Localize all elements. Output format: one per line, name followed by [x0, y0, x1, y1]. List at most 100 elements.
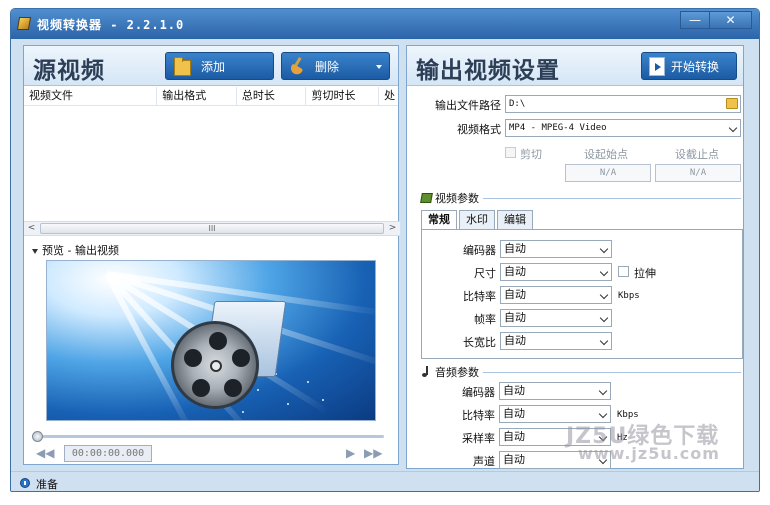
audio-encoder-select[interactable]: 自动: [499, 382, 611, 400]
video-bitrate-unit: Kbps: [618, 291, 640, 301]
seek-track[interactable]: [36, 435, 384, 438]
broom-icon: [289, 57, 307, 75]
video-encoder-value: 自动: [504, 242, 526, 255]
add-button-label: 添加: [201, 59, 226, 74]
chevron-down-icon: [598, 386, 608, 396]
info-icon: [20, 478, 30, 488]
cut-checkbox[interactable]: [505, 147, 516, 158]
window-title: 视频转换器 - 2.2.1.0: [37, 18, 185, 32]
column-header-cut-duration[interactable]: 剪切时长: [306, 87, 380, 105]
video-bitrate-label: 比特率: [463, 290, 496, 303]
aspect-ratio-label: 长宽比: [463, 336, 496, 349]
chevron-down-icon: [728, 123, 738, 133]
video-params-title: 视频参数: [435, 192, 479, 205]
chevron-down-icon: [599, 290, 609, 300]
audio-params-section: 音频参数: [421, 364, 479, 380]
seek-slider[interactable]: [32, 431, 388, 442]
section-divider: [483, 198, 741, 199]
dropdown-arrow-icon[interactable]: [376, 65, 382, 69]
column-header-duration[interactable]: 总时长: [237, 87, 307, 105]
file-list-header: 视频文件 输出格式 总时长 剪切时长 处: [24, 87, 398, 106]
frame-rate-select[interactable]: 自动: [500, 309, 612, 327]
video-size-value: 自动: [504, 265, 526, 278]
video-size-label: 尺寸: [474, 267, 496, 280]
file-list[interactable]: 视频文件 输出格式 总时长 剪切时长 处: [24, 87, 398, 216]
scroll-right-icon[interactable]: >: [385, 222, 400, 235]
browse-folder-icon[interactable]: [726, 98, 738, 109]
chevron-down-icon: [599, 244, 609, 254]
column-header-file[interactable]: 视频文件: [24, 87, 158, 105]
film-reel-icon: [171, 321, 259, 409]
frame-rate-value: 自动: [504, 311, 526, 324]
scroll-left-icon[interactable]: <: [24, 222, 39, 235]
title-bar[interactable]: 视频转换器 - 2.2.1.0 — ✕: [11, 9, 759, 39]
tab-general[interactable]: 常规: [421, 210, 457, 230]
stretch-checkbox[interactable]: [618, 266, 629, 277]
chevron-down-icon: [598, 409, 608, 419]
source-panel-header: 源视频 添加 删除: [24, 46, 398, 86]
sample-rate-label: 采样率: [462, 432, 495, 445]
tab-edit[interactable]: 编辑: [497, 210, 533, 229]
video-encoder-label: 编码器: [463, 244, 496, 257]
source-video-panel: 源视频 添加 删除 视频文件 输出格式 总时长 剪切时长 处 < III > 预…: [23, 45, 400, 465]
delete-button-label: 删除: [315, 59, 340, 74]
channels-value: 自动: [503, 453, 525, 466]
output-panel-header: 输出视频设置 开始转换: [407, 46, 743, 86]
video-bitrate-value: 自动: [504, 288, 526, 301]
preview-label: 预览 - 输出视频: [42, 244, 119, 257]
section-divider: [483, 372, 741, 373]
video-format-label: 视频格式: [457, 123, 501, 136]
video-format-value: MP4 - MPEG-4 Video: [509, 123, 607, 133]
output-title: 输出视频设置: [416, 57, 560, 84]
cut-label: 剪切: [520, 148, 542, 161]
chevron-down-icon: [599, 267, 609, 277]
output-path-input[interactable]: D:\: [505, 95, 741, 113]
general-tab-content: 编码器 自动 尺寸 自动 拉伸 比特率 自动 Kbps 帧率 自动 长宽比 自动: [421, 229, 743, 359]
minimize-button[interactable]: —: [680, 11, 710, 29]
audio-params-title: 音频参数: [435, 366, 479, 379]
channels-label: 声道: [473, 455, 495, 468]
video-encoder-select[interactable]: 自动: [500, 240, 612, 258]
delete-button[interactable]: 删除: [281, 52, 390, 80]
end-point-field: N/A: [655, 164, 741, 182]
time-display: 00:00:00.000: [64, 445, 152, 462]
seek-handle[interactable]: [32, 431, 43, 442]
tab-watermark[interactable]: 水印: [459, 210, 495, 229]
audio-encoder-label: 编码器: [462, 386, 495, 399]
frame-rate-label: 帧率: [474, 313, 496, 326]
aspect-ratio-value: 自动: [504, 334, 526, 347]
collapse-triangle-icon: [32, 248, 38, 254]
video-bitrate-select[interactable]: 自动: [500, 286, 612, 304]
output-settings-panel: 输出视频设置 开始转换 输出文件路径 D:\ 视频格式 MP4 - MPEG-4…: [406, 45, 744, 469]
add-button[interactable]: 添加: [165, 52, 274, 80]
audio-encoder-value: 自动: [503, 384, 525, 397]
column-header-format[interactable]: 输出格式: [157, 87, 237, 105]
convert-icon: [649, 56, 665, 76]
set-start-point-label: 设起始点: [584, 148, 628, 161]
output-path-value: D:\: [509, 99, 526, 109]
close-button[interactable]: ✕: [710, 11, 752, 29]
start-convert-label: 开始转换: [671, 59, 720, 74]
column-header-process[interactable]: 处: [379, 87, 398, 105]
app-logo-icon: [16, 17, 32, 30]
output-path-label: 输出文件路径: [435, 99, 501, 112]
site-url-watermark: www.jz5u.com: [578, 444, 720, 463]
previous-frame-icon[interactable]: ◀◀: [36, 446, 54, 460]
chevron-down-icon: [599, 336, 609, 346]
start-convert-button[interactable]: 开始转换: [641, 52, 737, 80]
stretch-label: 拉伸: [634, 267, 656, 280]
audio-bitrate-value: 自动: [503, 407, 525, 420]
video-params-tabs: 常规 水印 编辑: [421, 210, 535, 230]
aspect-ratio-select[interactable]: 自动: [500, 332, 612, 350]
sample-rate-value: 自动: [503, 430, 525, 443]
video-size-select[interactable]: 自动: [500, 263, 612, 281]
video-preview: [46, 260, 376, 421]
scroll-thumb[interactable]: III: [40, 223, 384, 234]
status-text: 准备: [36, 478, 58, 491]
status-bar: 准备: [11, 471, 759, 491]
next-frame-icon[interactable]: ▶▶: [364, 446, 382, 460]
preview-toggle[interactable]: 预览 - 输出视频: [32, 242, 119, 258]
video-format-select[interactable]: MP4 - MPEG-4 Video: [505, 119, 741, 137]
play-icon[interactable]: ▶: [346, 446, 355, 460]
horizontal-scrollbar[interactable]: < III >: [24, 221, 400, 236]
